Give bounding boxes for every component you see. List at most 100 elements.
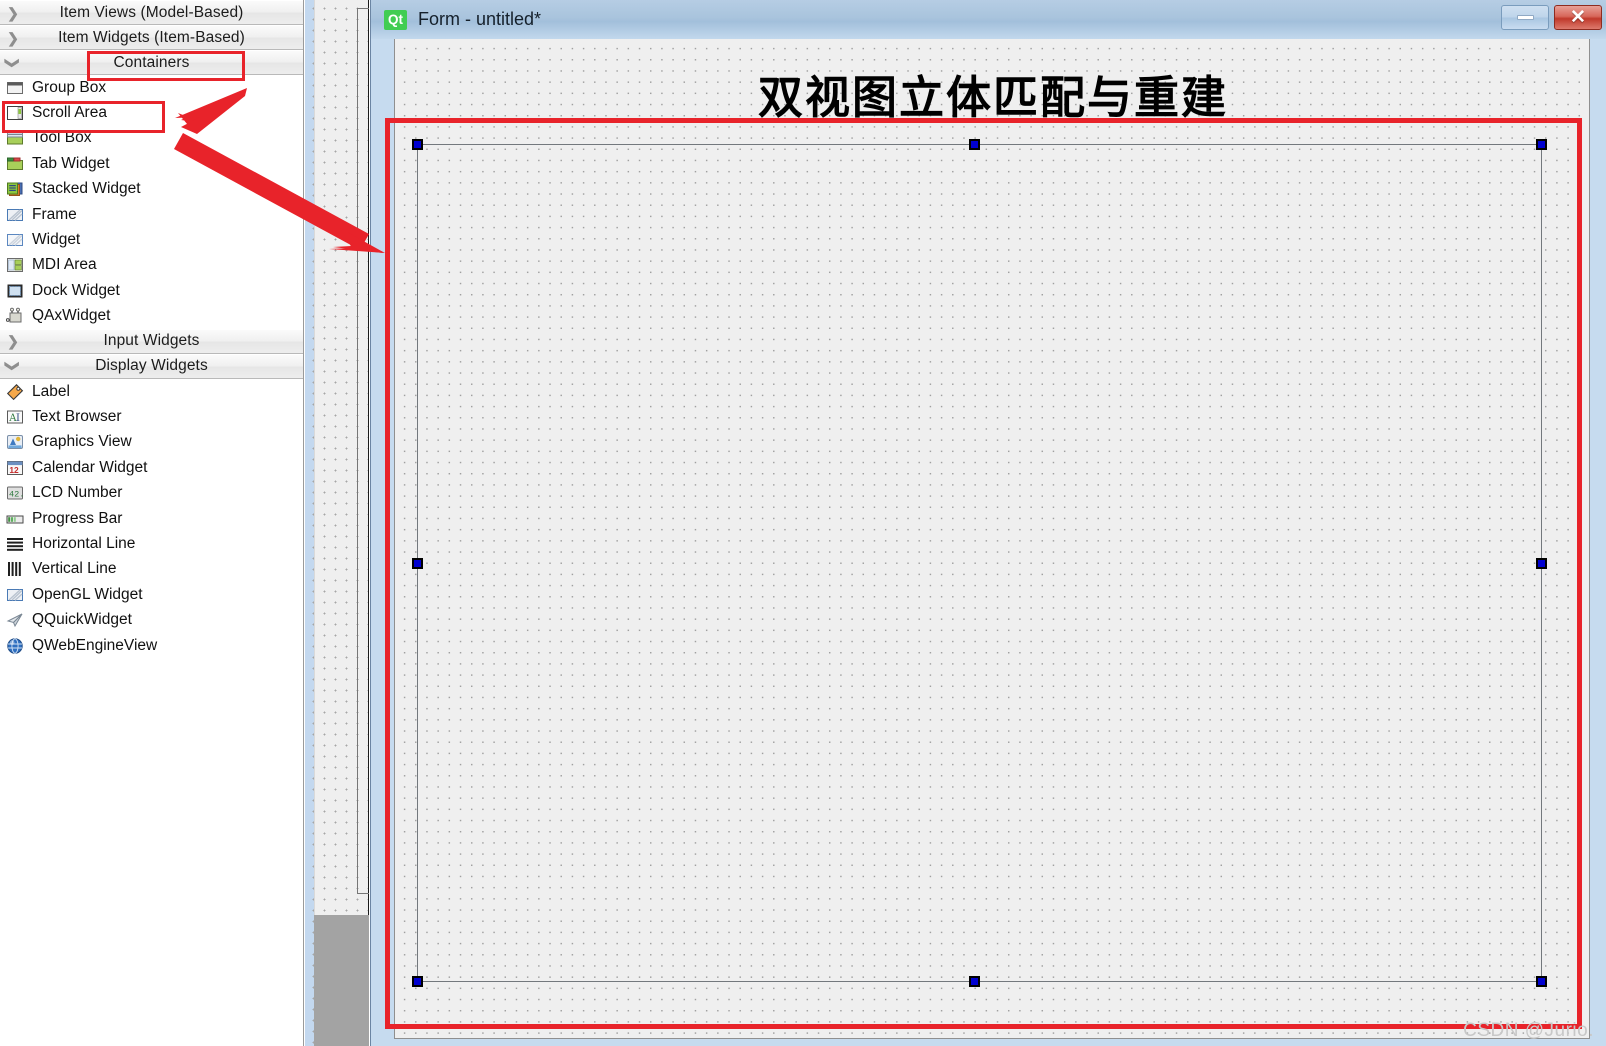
widget-item-label: Frame [32,205,77,223]
text-browser-icon: AI [6,408,24,426]
graphics-view-icon [6,433,24,451]
form-titlebar[interactable]: Qt Form - untitled* ✕ [371,0,1606,39]
category-header-containers[interactable]: ❯ Containers [0,50,303,75]
form-heading-label: 双视图立体匹配与重建 [757,71,1228,124]
category-title: Item Widgets (Item-Based) [58,28,245,46]
category-title: Display Widgets [95,357,208,375]
widget-item-label: QAxWidget [32,307,111,325]
widget-item-label: Dock Widget [32,281,120,299]
gutter-gray-block [314,915,369,1046]
widget-item-calendar-widget[interactable]: 12 Calendar Widget [0,455,303,481]
widget-item-label: QWebEngineView [32,636,158,654]
resize-handle-bottom-center[interactable] [969,976,980,987]
widget-item-frame[interactable]: Frame [0,201,303,228]
widget-item-label: Tool Box [32,129,92,147]
widget-item-widget[interactable]: Widget [0,227,303,253]
svg-text:12: 12 [9,465,19,475]
scroll-area-icon [6,104,24,122]
resize-handle-top-left[interactable] [412,139,423,150]
widget-box-list[interactable]: ❯ Item Views (Model-Based) ❯ Item Widgets (… [0,0,303,659]
widget-item-label: Tab Widget [32,154,110,172]
frame-icon [6,206,24,224]
horizontal-line-icon [6,535,24,553]
close-button[interactable]: ✕ [1554,5,1602,30]
widget-item-qquickwidget[interactable]: QQuickWidget [0,607,303,633]
widget-item-tool-box[interactable]: Tool Box [0,125,303,152]
designer-workspace-gutter [305,0,369,1046]
form-preview-window[interactable]: Qt Form - untitled* ✕ 双视图立体匹配与重建 [370,0,1606,1046]
resize-handle-bottom-left[interactable] [412,976,423,987]
widget-item-qwebengineview[interactable]: QWebEngineView [0,632,303,659]
svg-text:I: I [16,413,20,424]
widget-item-graphics-view[interactable]: Graphics View [0,429,303,456]
form-design-canvas[interactable]: 双视图立体匹配与重建 [394,39,1590,1039]
resize-handle-top-center[interactable] [969,139,980,150]
widget-item-horizontal-line[interactable]: Horizontal Line [0,531,303,557]
widget-item-stacked-widget[interactable]: Stacked Widget [0,176,303,202]
gutter-inner-frame [357,8,369,894]
widget-item-label: Graphics View [32,433,132,451]
qax-widget-icon [6,307,24,325]
qt-designer-window: ❯ Item Views (Model-Based) ❯ Item Widgets (… [0,0,1606,1046]
widget-item-label: Stacked Widget [32,180,141,198]
chevron-down-icon: ❯ [5,360,21,373]
widget-item-vertical-line[interactable]: Vertical Line [0,556,303,583]
resize-handle-middle-left[interactable] [412,558,423,569]
chevron-down-icon: ❯ [5,56,21,69]
widget-item-label: LCD Number [32,484,123,502]
group-box-icon [6,79,24,97]
tool-box-icon [6,129,24,147]
widget-item-lcd-number[interactable]: 42. LCD Number [0,480,303,506]
resize-handle-top-right[interactable] [1536,139,1547,150]
close-icon: ✕ [1570,7,1586,28]
widget-item-opengl-widget[interactable]: OpenGL Widget [0,582,303,608]
widget-item-label: Scroll Area [32,104,107,122]
minimize-button[interactable] [1501,5,1549,30]
selected-scroll-area-widget[interactable] [412,139,1547,987]
chevron-right-icon: ❯ [7,29,19,46]
dock-widget-icon [6,282,24,300]
qquick-widget-icon [6,611,24,629]
gutter-scroll-track[interactable] [314,0,315,1046]
widget-item-label: Progress Bar [32,509,123,527]
progress-bar-icon [6,510,24,528]
tab-widget-icon [6,155,24,173]
widget-item-label: Label [32,382,70,400]
widget-item-label: Text Browser [32,407,122,425]
widget-item-text-browser[interactable]: A I Text Browser [0,404,303,430]
widget-item-progress-bar[interactable]: Progress Bar [0,505,303,532]
form-window-title: Form - untitled* [418,9,542,29]
category-title: Containers [113,53,190,71]
widget-item-mdi-area[interactable]: MDI Area [0,252,303,279]
svg-text:42.: 42. [9,490,24,500]
widget-item-label: Widget [32,231,81,249]
label-icon [6,383,24,401]
minimize-icon [1516,15,1534,20]
widget-item-label[interactable]: Label [0,378,303,405]
stacked-widget-icon [6,180,24,198]
category-header-input-widgets[interactable]: ❯ Input Widgets [0,328,303,354]
widget-item-tab-widget[interactable]: Tab Widget [0,151,303,177]
category-header-item-views-model-based[interactable]: ❯ Item Views (Model-Based) [0,0,303,25]
widget-item-qaxwidget[interactable]: QAxWidget [0,303,303,329]
qt-logo-icon: Qt [384,9,407,30]
resize-handle-middle-right[interactable] [1536,558,1547,569]
widget-box-panel[interactable]: ❯ Item Views (Model-Based) ❯ Item Widgets (… [0,0,304,1046]
watermark-text: CSDN @Jurio. [1463,1020,1594,1041]
category-title: Item Views (Model-Based) [59,3,244,21]
widget-item-scroll-area[interactable]: Scroll Area [0,100,303,126]
widget-item-group-box[interactable]: Group Box [0,75,303,101]
widget-item-label: Vertical Line [32,560,117,578]
category-header-display-widgets[interactable]: ❯ Display Widgets [0,353,303,379]
widget-item-label: MDI Area [32,256,97,274]
resize-handle-bottom-right[interactable] [1536,976,1547,987]
widget-item-dock-widget[interactable]: Dock Widget [0,278,303,304]
category-header-item-widgets-item-based[interactable]: ❯ Item Widgets (Item-Based) [0,25,303,50]
widget-item-label: QQuickWidget [32,611,132,629]
qwebengineview-icon [6,637,24,655]
widget-icon [6,231,24,249]
calendar-widget-icon: 12 [6,459,24,477]
widget-item-label: Horizontal Line [32,534,136,552]
widget-item-label: OpenGL Widget [32,585,143,603]
widget-item-label: Calendar Widget [32,458,148,476]
